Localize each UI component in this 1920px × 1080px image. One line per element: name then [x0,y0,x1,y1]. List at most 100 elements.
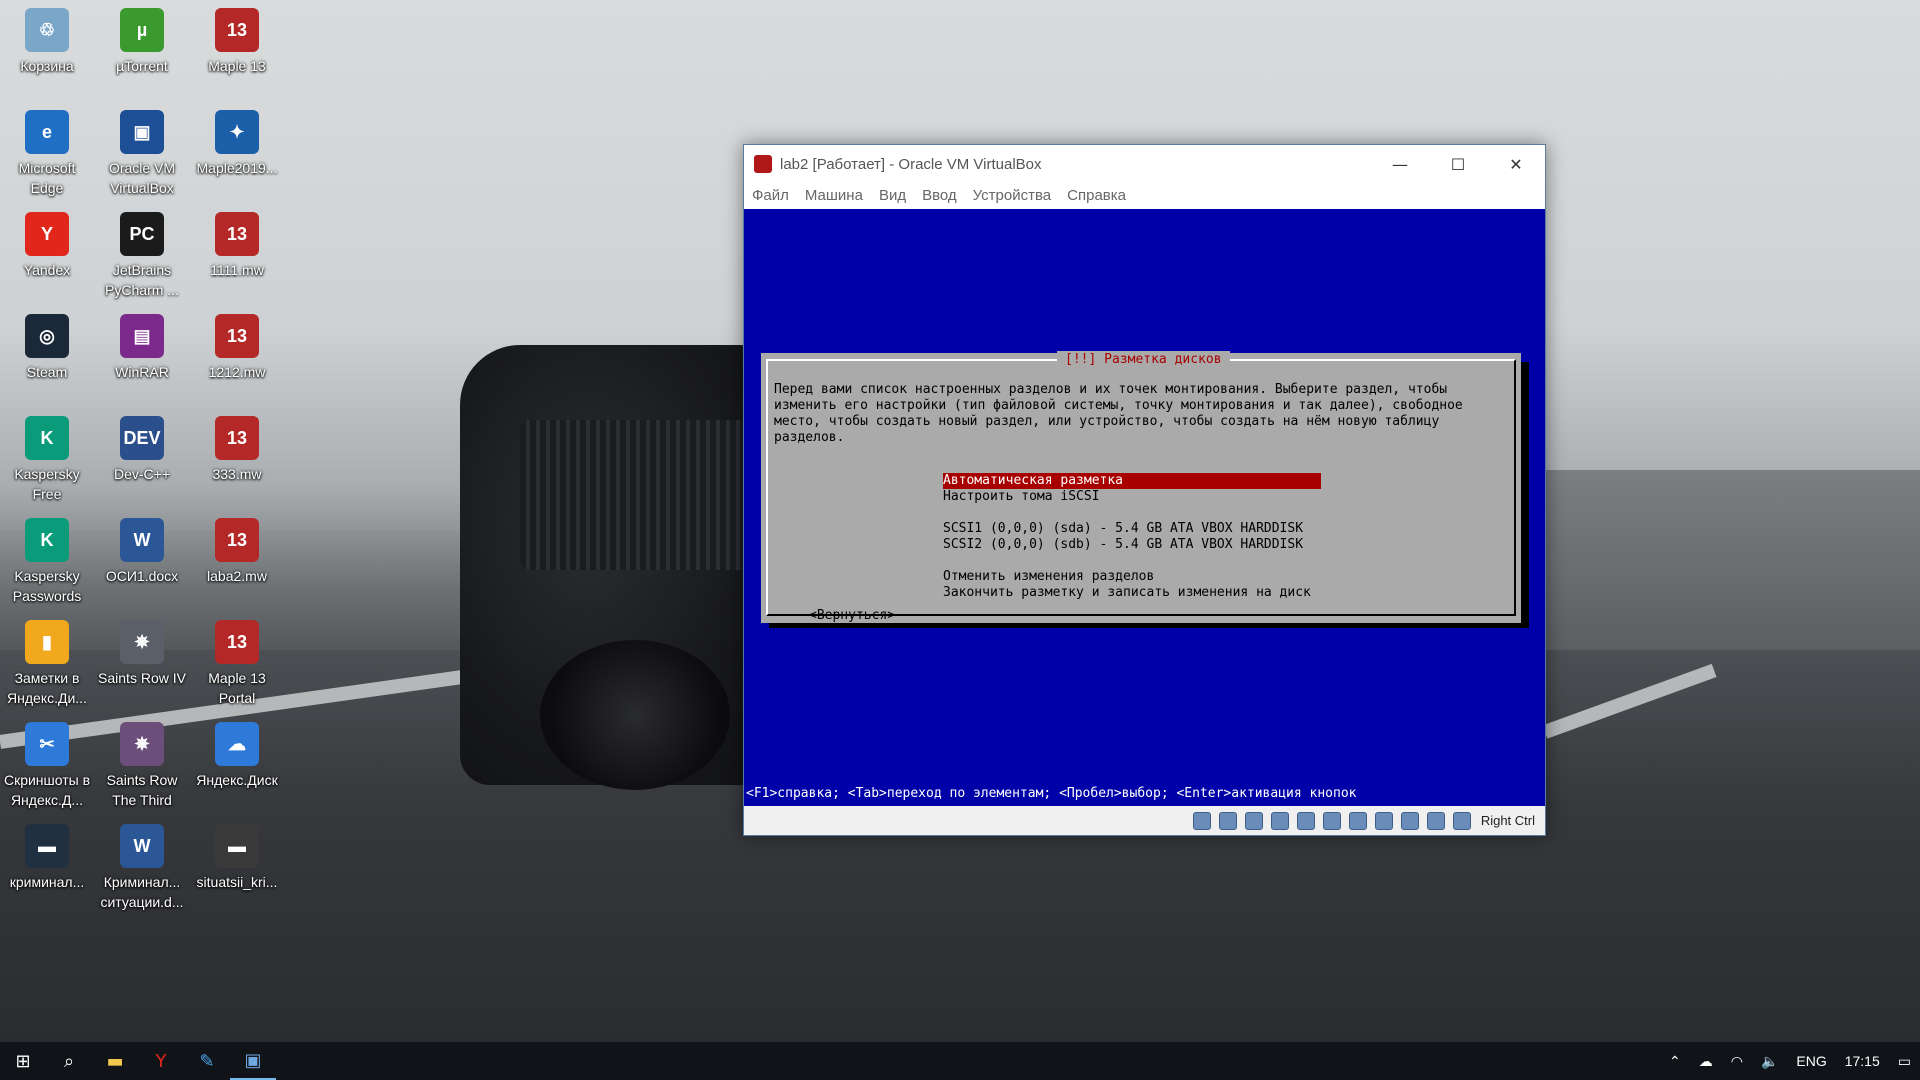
option-undo-changes[interactable]: Отменить изменения разделов [943,569,1321,585]
desktop-icon-label: Kaspersky Free [14,466,80,502]
option-auto-partition[interactable]: Автоматическая разметка [943,473,1321,489]
desktop-icon-label: WinRAR [115,364,169,380]
mouse-integration-icon[interactable] [1426,811,1445,830]
keyboard-icon[interactable] [1452,811,1471,830]
usb-icon[interactable] [1296,811,1315,830]
desktop-icon-label: Dev-C++ [113,466,171,482]
language-indicator[interactable]: ENG [1796,1053,1826,1069]
desktop-icon-glyph: W [120,518,164,562]
virtualbox-vm-icon [754,155,772,173]
desktop-icon-glyph: ▬ [25,824,69,868]
desktop-icon[interactable]: W ОСИ1.docx [97,518,187,586]
optical-drive-icon[interactable] [1218,811,1237,830]
desktop-icon[interactable]: ✂ Скриншоты в Яндекс.Д... [2,722,92,810]
close-button[interactable]: ✕ [1487,145,1545,183]
desktop-icon[interactable]: K Kaspersky Free [2,416,92,504]
volume-muted-icon[interactable]: 🔈 [1761,1053,1778,1070]
status-bar: Right Ctrl [744,806,1545,835]
desktop-icon[interactable]: e Microsoft Edge [2,110,92,198]
hard-disk-icon[interactable] [1192,811,1211,830]
shared-folders-icon[interactable] [1322,811,1341,830]
vm-screen[interactable]: [!!] Разметка дисков Перед вами список н… [744,209,1545,806]
menu-file[interactable]: Файл [752,187,789,204]
desktop-icon[interactable]: ▤ WinRAR [97,314,187,382]
desktop-icon[interactable]: ✵ Saints Row IV [97,620,187,688]
desktop-icon-label: Заметки в Яндекс.Ди... [7,670,87,706]
pinned-app-icon[interactable]: ✎ [184,1042,230,1080]
desktop-icon[interactable]: 13 1111.mw [192,212,282,280]
desktop-icon-glyph: ✦ [215,110,259,154]
title-bar[interactable]: lab2 [Работает] - Oracle VM VirtualBox —… [744,145,1545,183]
desktop-icon[interactable]: DEV Dev-C++ [97,416,187,484]
desktop-icon[interactable]: ✦ Maple2019... [192,110,282,178]
display-icon[interactable] [1348,811,1367,830]
desktop-icon[interactable]: ♲ Корзина [2,8,92,76]
wifi-icon[interactable]: ◠ [1731,1053,1743,1070]
desktop-icon-glyph: ▬ [215,824,259,868]
desktop-icon-label: Steam [26,364,68,380]
desktop-icon[interactable]: 13 333.mw [192,416,282,484]
menu-devices[interactable]: Устройства [973,187,1051,204]
video-capture-icon[interactable] [1374,811,1393,830]
desktop-icon-glyph: 13 [215,518,259,562]
desktop-icon[interactable]: 13 Maple 13 Portal [192,620,282,708]
desktop-icon-glyph: ▮ [25,620,69,664]
network-icon[interactable] [1270,811,1289,830]
desktop-icon-glyph: 13 [215,416,259,460]
yandex-browser-icon[interactable]: Y [138,1042,184,1080]
option-disk-sda[interactable]: SCSI1 (0,0,0) (sda) - 5.4 GB ATA VBOX HA… [943,521,1321,537]
file-explorer-icon[interactable]: ▬ [92,1042,138,1080]
clock[interactable]: 17:15 [1845,1053,1880,1069]
minimize-button[interactable]: — [1371,145,1429,183]
desktop-icon[interactable]: ▬ криминал... [2,824,92,892]
desktop-icon[interactable]: ☁ Яндекс.Диск [192,722,282,790]
desktop-icon[interactable]: 13 1212.mw [192,314,282,382]
desktop-icon[interactable]: W Криминал... ситуации.d... [97,824,187,912]
desktop-icon[interactable]: K Kaspersky Passwords [2,518,92,606]
desktop-icon[interactable]: Y Yandex [2,212,92,280]
virtualbox-taskbar-icon[interactable]: ▣ [230,1042,276,1080]
desktop-icon-label: Maple 13 Portal [208,670,266,706]
start-windows-icon[interactable]: ⊞ [0,1042,46,1080]
menu-view[interactable]: Вид [879,187,906,204]
go-back-button[interactable]: <Вернуться> [809,608,895,624]
desktop-icon-label: situatsii_kri... [196,874,278,890]
desktop-icon[interactable]: ▣ Oracle VM VirtualBox [97,110,187,198]
desktop-icon-glyph: 13 [215,212,259,256]
desktop-icon-label: 1212.mw [208,364,266,380]
audio-icon[interactable] [1244,811,1263,830]
desktop-icon-glyph: K [25,518,69,562]
notifications-icon[interactable]: ▭ [1898,1053,1911,1070]
desktop-icon[interactable]: ✵ Saints Row The Third [97,722,187,810]
cpu-icon[interactable] [1400,811,1419,830]
desktop-icon-glyph: 13 [215,8,259,52]
menu-input[interactable]: Ввод [922,187,957,204]
desktop-icon[interactable]: ◎ Steam [2,314,92,382]
desktop-icon-label: криминал... [9,874,85,890]
virtualbox-window[interactable]: lab2 [Работает] - Oracle VM VirtualBox —… [743,144,1546,836]
option-iscsi[interactable]: Настроить тома iSCSI [943,489,1321,505]
desktop-icon-glyph: ✵ [120,620,164,664]
desktop-icon-label: Maple2019... [196,160,278,176]
desktop-icon[interactable]: ▬ situatsii_kri... [192,824,282,892]
desktop-icon[interactable]: ▮ Заметки в Яндекс.Ди... [2,620,92,708]
desktop-icon-label: laba2.mw [207,568,267,584]
menu-machine[interactable]: Машина [805,187,863,204]
option-finish-partitioning[interactable]: Закончить разметку и записать изменения … [943,585,1321,601]
cloud-icon[interactable]: ☁ [1699,1053,1713,1070]
option-disk-sdb[interactable]: SCSI2 (0,0,0) (sdb) - 5.4 GB ATA VBOX HA… [943,537,1321,553]
desktop-icon[interactable]: PC JetBrains PyCharm ... [97,212,187,300]
maximize-button[interactable]: ☐ [1429,145,1487,183]
desktop-icon-label: Яндекс.Диск [196,772,278,788]
desktop-icon-glyph: Y [25,212,69,256]
chevron-up-icon[interactable]: ⌃ [1669,1053,1681,1070]
desktop-icon-glyph: ▣ [120,110,164,154]
desktop-icon[interactable]: 13 laba2.mw [192,518,282,586]
menu-help[interactable]: Справка [1067,187,1126,204]
desktop-icon[interactable]: 13 Maple 13 [192,8,282,76]
desktop-icon-label: ОСИ1.docx [105,568,179,584]
search-icon[interactable]: ⌕ [46,1042,92,1080]
desktop-icon-glyph: ✂ [25,722,69,766]
desktop-icon-label: Корзина [20,58,74,74]
desktop-icon[interactable]: µ µTorrent [97,8,187,76]
